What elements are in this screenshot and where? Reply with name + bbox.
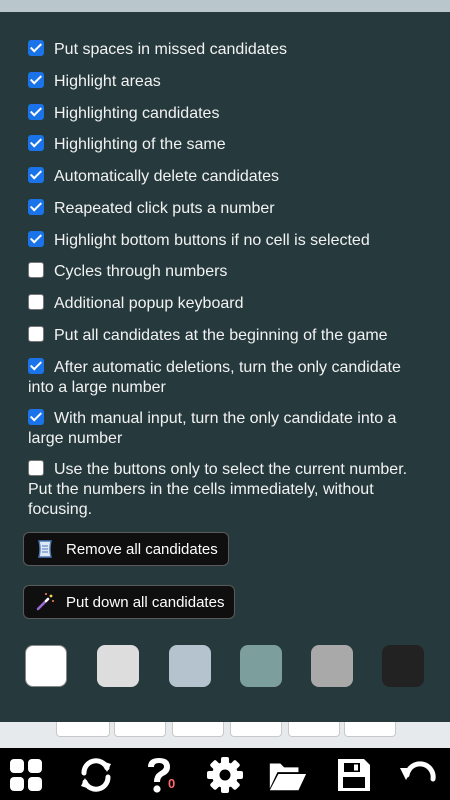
option-label: Use the buttons only to select the curre…	[28, 461, 408, 518]
option-buttons-select-number[interactable]: Use the buttons only to select the curre…	[28, 460, 424, 520]
magic-wand-icon	[34, 591, 56, 613]
theme-color-white[interactable]	[25, 645, 67, 687]
remove-all-label: Remove all candidates	[66, 540, 218, 558]
option-label: Put spaces in missed candidates	[54, 41, 288, 58]
option-highlight-areas[interactable]: Highlight areas	[28, 72, 424, 92]
checkbox[interactable]	[28, 262, 44, 278]
option-label: Highlighting of the same	[54, 136, 226, 153]
option-label: After automatic deletions, turn the only…	[28, 359, 401, 396]
put-down-all-label: Put down all candidates	[66, 593, 225, 611]
option-manual-large-number[interactable]: With manual input, turn the only candida…	[28, 409, 424, 449]
checkbox[interactable]	[28, 199, 44, 215]
checkbox[interactable]	[28, 104, 44, 120]
background-header	[0, 0, 450, 12]
checkbox[interactable]	[28, 409, 44, 425]
option-auto-delete-candidates[interactable]: Automatically delete candidates	[28, 167, 424, 187]
checkbox[interactable]	[28, 294, 44, 310]
gear-icon[interactable]	[204, 754, 246, 796]
undo-icon[interactable]	[397, 754, 439, 796]
option-candidates-at-start[interactable]: Put all candidates at the beginning of t…	[28, 326, 424, 346]
put-down-all-candidates-button[interactable]: Put down all candidates	[23, 585, 236, 619]
option-popup-keyboard[interactable]: Additional popup keyboard	[28, 294, 424, 314]
checkbox[interactable]	[28, 40, 44, 56]
help-count-badge: 0	[168, 776, 176, 791]
checkbox[interactable]	[28, 460, 44, 476]
checkbox[interactable]	[28, 135, 44, 151]
save-icon[interactable]	[333, 754, 375, 796]
option-label: Highlight areas	[54, 73, 161, 90]
settings-panel: Put spaces in missed candidates Highligh…	[0, 12, 450, 722]
theme-color-light-gray[interactable]	[97, 645, 139, 687]
theme-color-blue-gray[interactable]	[169, 645, 211, 687]
theme-color-black[interactable]	[382, 645, 424, 687]
checkbox[interactable]	[28, 167, 44, 183]
theme-color-gray[interactable]	[311, 645, 353, 687]
checkbox[interactable]	[28, 72, 44, 88]
checkbox[interactable]	[28, 358, 44, 374]
option-highlight-bottom-buttons[interactable]: Highlight bottom buttons if no cell is s…	[28, 231, 424, 251]
option-highlighting-same[interactable]: Highlighting of the same	[28, 135, 424, 155]
checkbox[interactable]	[28, 231, 44, 247]
option-label: Highlighting candidates	[54, 105, 220, 122]
option-label: Reapeated click puts a number	[54, 200, 275, 217]
option-label: With manual input, turn the only candida…	[28, 410, 397, 447]
refresh-icon[interactable]	[75, 754, 117, 796]
option-label: Put all candidates at the beginning of t…	[54, 327, 388, 344]
option-label: Automatically delete candidates	[54, 168, 280, 185]
option-auto-large-number[interactable]: After automatic deletions, turn the only…	[28, 358, 424, 398]
option-label: Cycles through numbers	[54, 263, 228, 280]
option-highlighting-candidates[interactable]: Highlighting candidates	[28, 104, 424, 124]
bottom-toolbar	[0, 748, 450, 800]
eraser-icon	[34, 538, 56, 560]
remove-all-candidates-button[interactable]: Remove all candidates	[23, 532, 229, 566]
checkbox[interactable]	[28, 326, 44, 342]
grid-icon[interactable]	[5, 754, 47, 796]
option-label: Highlight bottom buttons if no cell is s…	[54, 232, 370, 249]
folder-icon[interactable]	[266, 754, 308, 796]
option-label: Additional popup keyboard	[54, 295, 244, 312]
option-cycles-numbers[interactable]: Cycles through numbers	[28, 262, 424, 282]
option-repeated-click[interactable]: Reapeated click puts a number	[28, 199, 424, 219]
theme-color-teal[interactable]	[240, 645, 282, 687]
option-spaces-missed-candidates[interactable]: Put spaces in missed candidates	[28, 40, 424, 60]
